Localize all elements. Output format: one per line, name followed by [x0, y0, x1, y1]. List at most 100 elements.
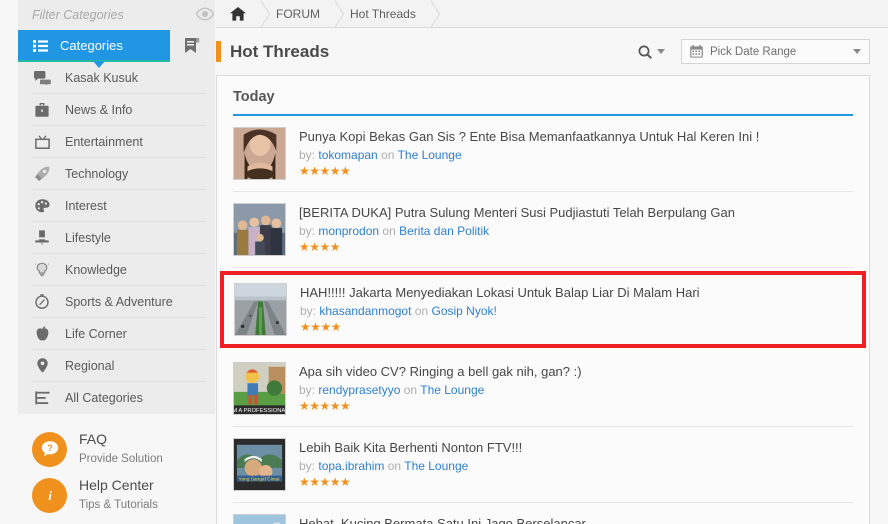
thread-forum[interactable]: The Lounge: [398, 148, 462, 162]
thread-title[interactable]: HAH!!!!! Jakarta Menyediakan Lokasi Untu…: [300, 284, 700, 301]
on-label: on: [381, 148, 395, 162]
thread-row[interactable]: Punya Kopi Bekas Gan Sis ? Ente Bisa Mem…: [233, 116, 853, 192]
thread-row[interactable]: I'M A PROFESSIONAL Apa sih video CV? Rin…: [233, 351, 853, 427]
road-highway-thumbnail: [234, 283, 287, 336]
page-header: Hot Threads Pick Date Range: [216, 28, 888, 75]
thread-title[interactable]: Hebat, Kucing Bermata Satu Ini Jago Bers…: [299, 515, 586, 524]
thread-rating: ★★★★★: [299, 475, 351, 489]
thread-body: HAH!!!!! Jakarta Menyediakan Lokasi Untu…: [300, 283, 700, 336]
thread-author[interactable]: monprodon: [318, 224, 379, 238]
bookmarks-tab[interactable]: [170, 30, 215, 62]
on-label: on: [382, 224, 396, 238]
help-block: ? FAQ Provide Solution i Help Center Tip…: [18, 414, 215, 518]
sidebar-item-label: Lifestyle: [65, 230, 111, 245]
by-label: by:: [300, 304, 317, 318]
breadcrumb: FORUM Hot Threads: [216, 0, 888, 28]
eye-icon[interactable]: [195, 7, 215, 23]
thread-meta: by: rendyprasetyyo on The Lounge: [299, 381, 582, 399]
thread-rating: ★★★★★: [299, 164, 351, 178]
sidebar-item-regional[interactable]: Regional: [32, 350, 206, 382]
by-label: by:: [299, 224, 316, 238]
categories-tab-label: Categories: [60, 37, 123, 53]
thread-forum[interactable]: The Lounge: [404, 459, 468, 473]
page-title-wrap: Hot Threads: [216, 41, 329, 62]
sidebar-item-interest[interactable]: Interest: [32, 190, 206, 222]
thread-author[interactable]: tokomapan: [318, 148, 377, 162]
title-accent-bar: [216, 41, 221, 62]
sidebar-item-label: Entertainment: [65, 134, 143, 149]
page-title: Hot Threads: [230, 41, 330, 61]
list-icon: [33, 39, 48, 52]
thread-author[interactable]: rendyprasetyyo: [318, 383, 400, 397]
main-content: FORUM Hot Threads Hot Threads Pick Date …: [216, 0, 888, 524]
search-button[interactable]: [638, 45, 681, 59]
thread-forum[interactable]: Gosip Nyok!: [431, 304, 496, 318]
sidebar-item-all-categories[interactable]: All Categories: [32, 382, 206, 414]
thread-meta: by: tokomapan on The Lounge: [299, 146, 759, 164]
sidebar-item-news-info[interactable]: News & Info: [32, 94, 206, 126]
thread-author[interactable]: khasandanmogot: [319, 304, 411, 318]
section-label: Today: [233, 89, 275, 105]
thread-body: [BERITA DUKA] Putra Sulung Menteri Susi …: [299, 203, 735, 256]
tv-scene-thumbnail: Yang Sangat Cintai: [233, 438, 286, 491]
filter-categories-input[interactable]: [32, 8, 195, 22]
svg-text:I'M A PROFESSIONAL: I'M A PROFESSIONAL: [234, 408, 285, 414]
section-header: Today: [217, 76, 869, 116]
sidebar: Categories: [18, 0, 215, 524]
stopwatch-icon: [32, 294, 52, 309]
faq-title: FAQ: [79, 431, 108, 447]
thread-rating: ★★★★: [300, 320, 342, 334]
television-icon: [32, 134, 52, 149]
help-center-subtitle: Tips & Tutorials: [79, 499, 158, 511]
categories-header: Categories: [18, 30, 215, 68]
categories-tab[interactable]: Categories: [18, 30, 170, 68]
thread-body: Lebih Baik Kita Berhenti Nonton FTV!!! b…: [299, 438, 522, 491]
breadcrumb-forum[interactable]: FORUM: [260, 0, 344, 28]
help-center-link[interactable]: i Help Center Tips & Tutorials: [18, 472, 215, 518]
thread-rating: ★★★★: [299, 240, 341, 254]
thread-body: Apa sih video CV? Ringing a bell gak nih…: [299, 362, 582, 415]
thread-title[interactable]: Punya Kopi Bekas Gan Sis ? Ente Bisa Mem…: [299, 128, 759, 145]
sidebar-item-kasak-kusuk[interactable]: Kasak Kusuk: [32, 62, 206, 94]
help-center-title: Help Center: [79, 477, 154, 493]
svg-text:i: i: [48, 488, 52, 503]
sidebar-item-label: Kasak Kusuk: [65, 70, 138, 85]
chevron-down-icon: [853, 49, 861, 54]
sidebar-item-technology[interactable]: Technology: [32, 158, 206, 190]
thread-title[interactable]: Apa sih video CV? Ringing a bell gak nih…: [299, 363, 582, 380]
cartoon-character-thumbnail: I'M A PROFESSIONAL: [233, 362, 286, 415]
thread-meta: by: topa.ibrahim on The Lounge: [299, 457, 522, 475]
sidebar-item-life-corner[interactable]: Life Corner: [32, 318, 206, 350]
thread-row[interactable]: [BERITA DUKA] Putra Sulung Menteri Susi …: [233, 192, 853, 268]
thread-row[interactable]: Hebat, Kucing Bermata Satu Ini Jago Bers…: [233, 503, 853, 524]
palette-icon: [32, 198, 52, 213]
thread-row[interactable]: Yang Sangat Cintai Lebih Baik Kita Berhe…: [233, 427, 853, 503]
thread-title[interactable]: [BERITA DUKA] Putra Sulung Menteri Susi …: [299, 204, 735, 221]
date-range-picker[interactable]: Pick Date Range: [681, 39, 870, 64]
on-label: on: [414, 304, 429, 318]
breadcrumb-home[interactable]: [216, 0, 270, 28]
thread-title[interactable]: Lebih Baik Kita Berhenti Nonton FTV!!!: [299, 439, 522, 456]
sidebar-item-sports-adventure[interactable]: Sports & Adventure: [32, 286, 206, 318]
apple-icon: [32, 326, 52, 341]
thread-forum[interactable]: The Lounge: [420, 383, 484, 397]
faq-subtitle: Provide Solution: [79, 453, 163, 465]
thread-row-highlighted[interactable]: HAH!!!!! Jakarta Menyediakan Lokasi Untu…: [220, 271, 866, 348]
lightbulb-icon: [32, 262, 52, 277]
home-icon: [230, 6, 246, 21]
forum-page: Categories: [0, 0, 888, 524]
family-group-thumbnail: [233, 203, 286, 256]
thread-forum[interactable]: Berita dan Politik: [399, 224, 489, 238]
threads-panel: Today Punya Kopi Bekas Gan Sis ? Ente Bi…: [216, 75, 870, 524]
sidebar-item-knowledge[interactable]: Knowledge: [32, 254, 206, 286]
categories-panel: Categories Kasak Kusuk News & Info Enter…: [18, 30, 215, 414]
rocket-icon: [32, 166, 52, 182]
sidebar-item-label: News & Info: [65, 102, 133, 117]
sidebar-item-lifestyle[interactable]: Lifestyle: [32, 222, 206, 254]
thread-author[interactable]: topa.ibrahim: [318, 459, 384, 473]
faq-link[interactable]: ? FAQ Provide Solution: [18, 426, 215, 472]
sidebar-item-entertainment[interactable]: Entertainment: [32, 126, 206, 158]
breadcrumb-hot-threads[interactable]: Hot Threads: [334, 0, 440, 28]
on-label: on: [403, 383, 418, 397]
by-label: by:: [299, 383, 316, 397]
